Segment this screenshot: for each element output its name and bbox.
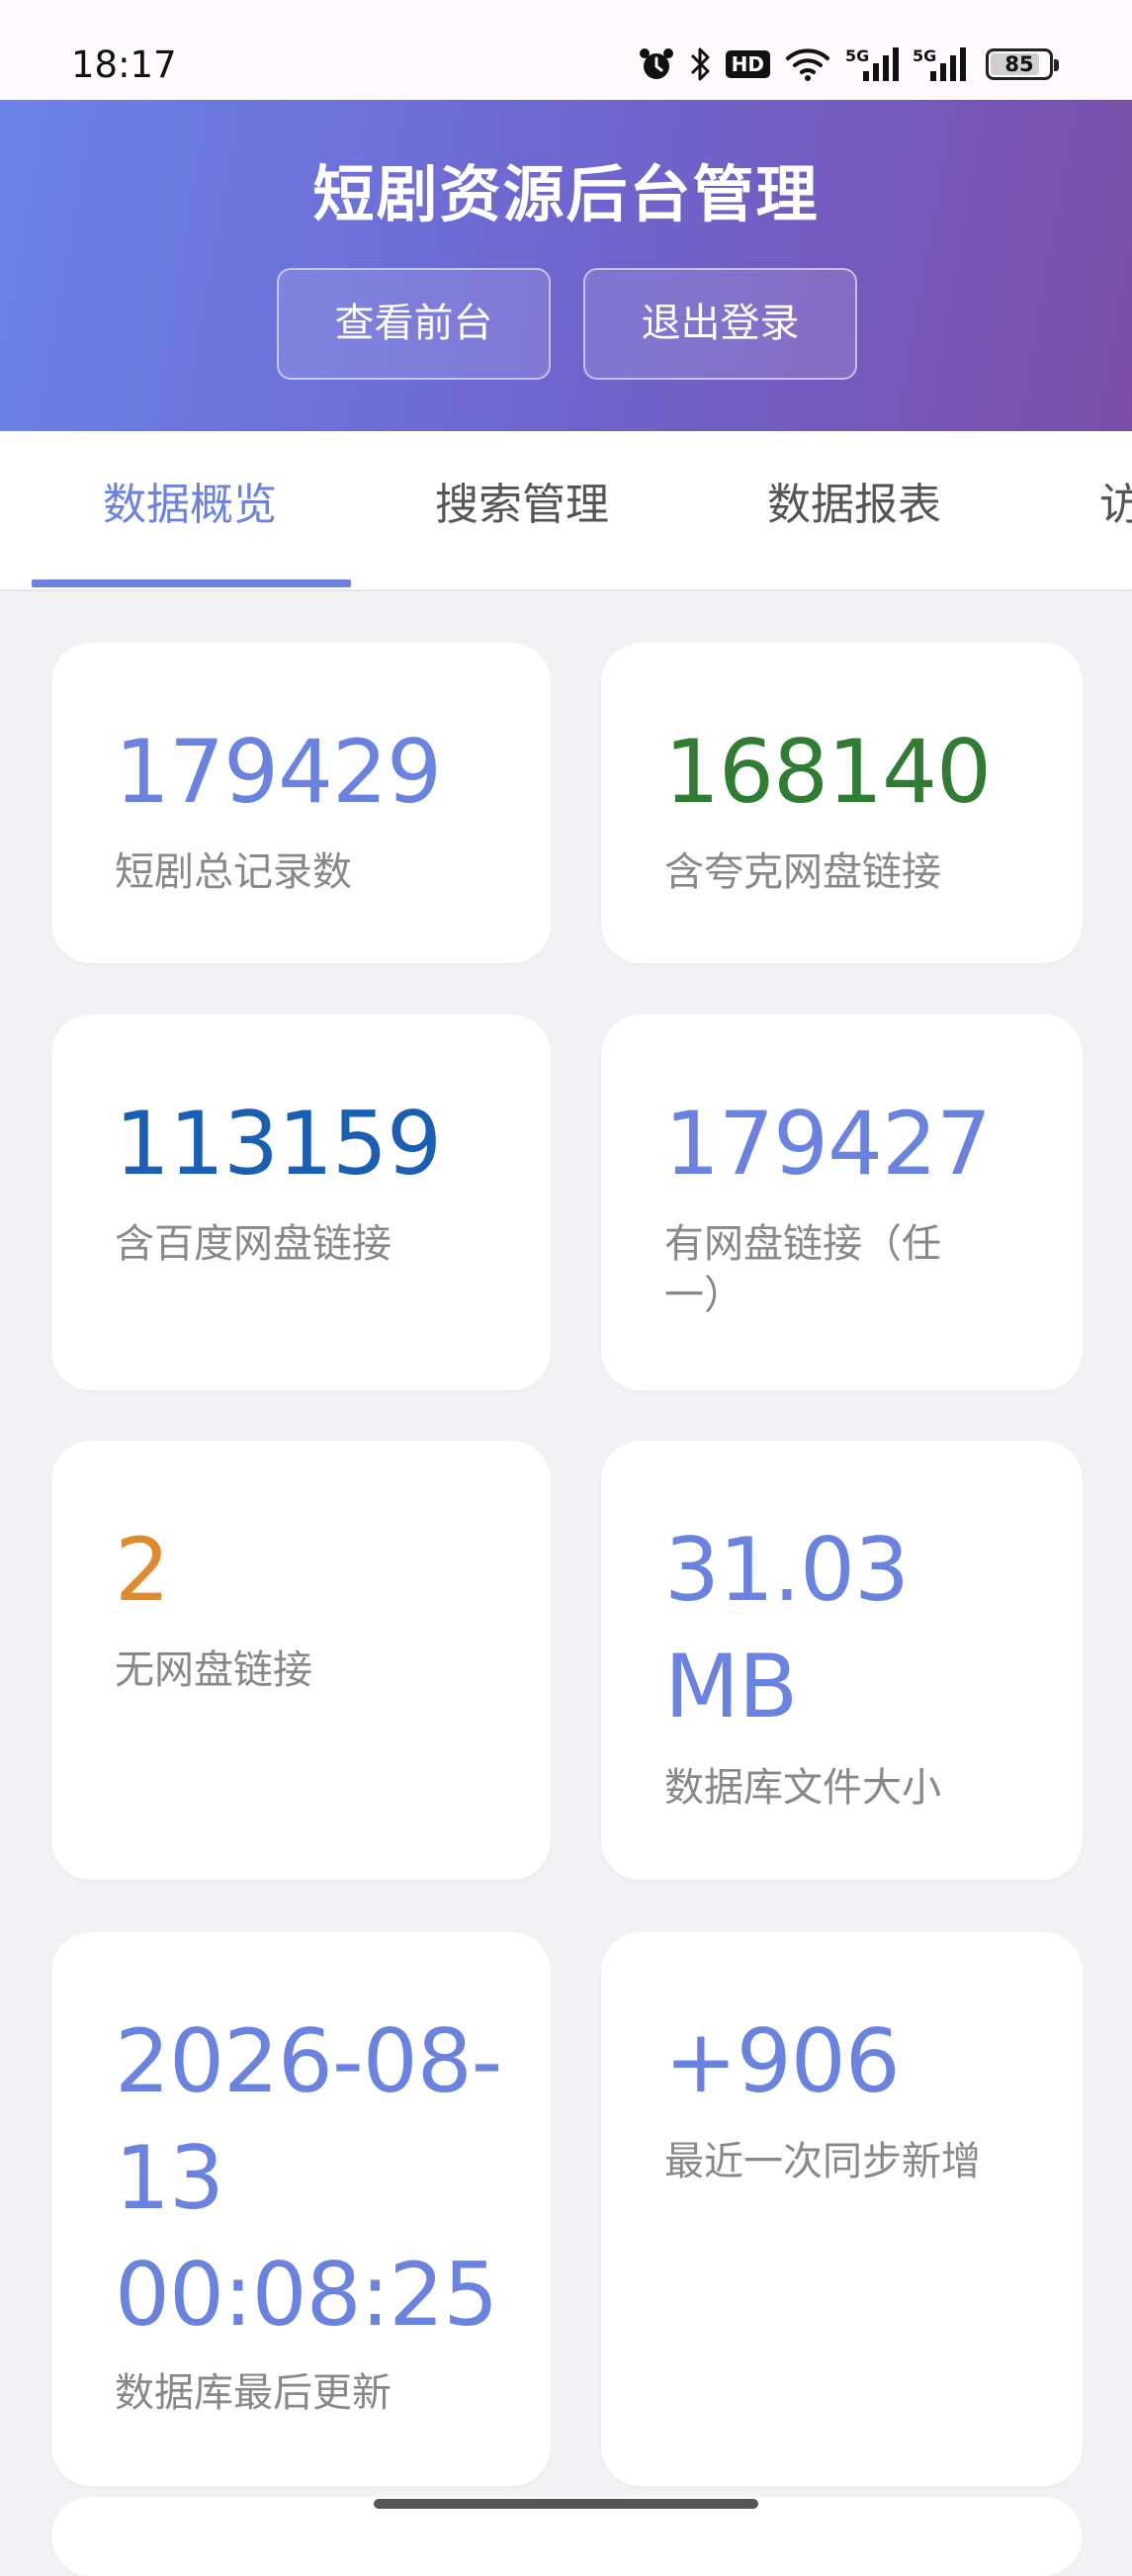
stat-label: 含百度网盘链接 [115, 1221, 392, 1267]
stat-value: 113159 [115, 1093, 442, 1195]
stat-value: 168140 [664, 721, 992, 823]
battery-level: 85 [1004, 52, 1034, 76]
alarm-icon [639, 42, 674, 87]
stat-label: 短剧总记录数 [115, 849, 352, 895]
stat-value: 31.03 MB [664, 1519, 910, 1737]
stat-value: 2026-08-13 00:08:25 [115, 2010, 502, 2346]
stat-value: 179427 [664, 1093, 992, 1195]
view-frontend-button[interactable]: 查看前台 [277, 268, 551, 380]
active-tab-indicator [32, 579, 351, 587]
svg-text:5G: 5G [913, 46, 936, 65]
stat-card-db-size: 31.03 MB 数据库文件大小 [601, 1441, 1083, 1880]
tab-partial[interactable]: 访 [1099, 431, 1132, 589]
tab-search-management[interactable]: 搜索管理 [435, 431, 609, 589]
battery-icon: 85 [980, 42, 1059, 87]
stat-label: 含夸克网盘链接 [664, 849, 941, 895]
stat-label: 无网盘链接 [115, 1647, 312, 1693]
stat-card-last-update: 2026-08-13 00:08:25 数据库最后更新 [51, 1932, 551, 2486]
logout-button[interactable]: 退出登录 [583, 268, 857, 380]
signal-5g-icon: 5G [845, 42, 899, 87]
stat-card-no-links: 2 无网盘链接 [51, 1441, 551, 1880]
stat-card-baidu-links: 113159 含百度网盘链接 [51, 1015, 551, 1390]
stat-value: 179429 [115, 721, 442, 823]
stat-value: 2 [115, 1519, 170, 1621]
stat-value: +906 [664, 2010, 901, 2112]
signal-5g-icon: 5G [913, 42, 966, 87]
home-indicator[interactable] [374, 2499, 758, 2509]
battery: 85 [986, 48, 1059, 80]
stat-card-quark-links: 168140 含夸克网盘链接 [601, 643, 1083, 963]
status-icons: HD 5G 5G 85 [639, 42, 1059, 87]
tab-bar: 数据概览 搜索管理 数据报表 访 [0, 431, 1132, 591]
stat-card-last-sync: +906 最近一次同步新增 [601, 1932, 1083, 2486]
tab-reports[interactable]: 数据报表 [767, 431, 941, 589]
header-banner: 短剧资源后台管理 查看前台 退出登录 [0, 100, 1132, 431]
bluetooth-icon [688, 42, 712, 87]
hd-icon: HD [725, 42, 770, 87]
wifi-icon [784, 42, 831, 87]
status-time: 18:17 [71, 44, 177, 86]
stat-card-next-partial [51, 2497, 1083, 2576]
stat-label: 有网盘链接（任一） [664, 1221, 941, 1318]
page-title: 短剧资源后台管理 [312, 158, 820, 230]
tab-overview[interactable]: 数据概览 [103, 431, 277, 589]
stat-card-total-records: 179429 短剧总记录数 [51, 643, 551, 963]
status-bar: 18:17 HD 5G 5G 85 [0, 0, 1132, 100]
stat-label: 数据库最后更新 [115, 2370, 392, 2416]
stat-label: 数据库文件大小 [664, 1765, 941, 1811]
stat-card-any-links: 179427 有网盘链接（任一） [601, 1015, 1083, 1390]
stat-label: 最近一次同步新增 [664, 2139, 981, 2184]
svg-text:5G: 5G [845, 46, 869, 65]
